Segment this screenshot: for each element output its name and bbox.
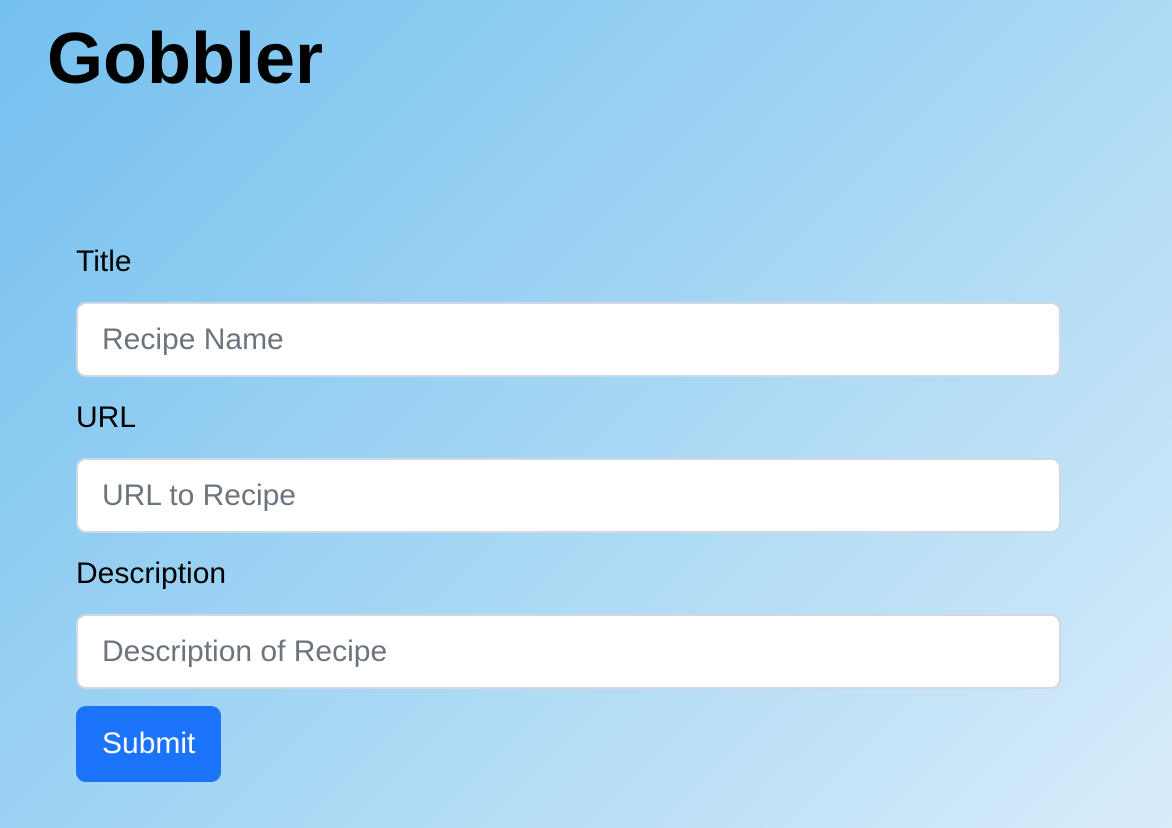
title-input[interactable] [76,302,1061,377]
recipe-form: Title URL Description Submit [76,243,1061,782]
description-label: Description [76,557,227,590]
submit-button[interactable]: Submit [76,706,222,782]
app-title: Gobbler [47,19,324,99]
title-label: Title [76,245,132,278]
url-label: URL [76,401,137,434]
url-input[interactable] [76,458,1061,533]
description-input[interactable] [76,614,1061,689]
